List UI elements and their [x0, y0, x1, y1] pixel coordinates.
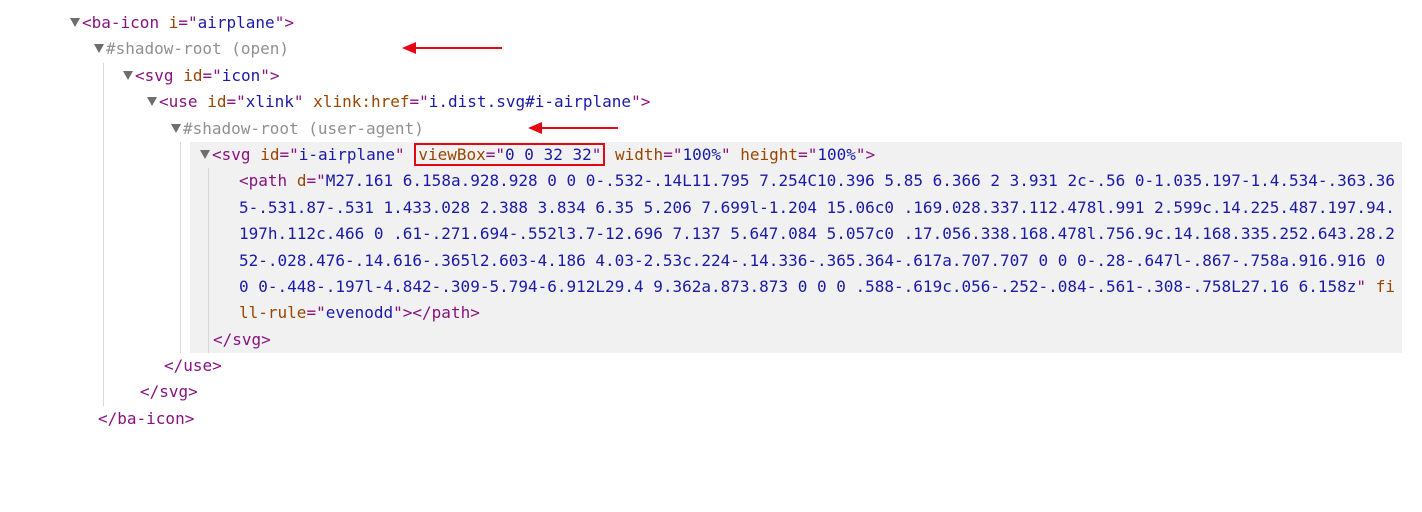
chevron-down-icon[interactable] [70, 18, 80, 27]
annotation-arrow-icon [528, 120, 618, 136]
dom-node-path[interactable]: <path d="M27.161 6.158a.928.928 0 0 0-.5… [223, 168, 1399, 326]
dom-shadow-root-open[interactable]: #shadow-root (open) [20, 36, 1402, 62]
dom-node-use-open[interactable]: <use id="xlink" xlink:href="i.dist.svg#i… [118, 89, 1402, 115]
dom-node-svg-outer-close[interactable]: </svg> [118, 379, 1402, 405]
dom-node-svg-inner-open[interactable]: <svg id="i-airplane" viewBox="0 0 32 32"… [190, 142, 1402, 168]
dom-node-svg-inner-close[interactable]: </svg> [213, 327, 1402, 353]
chevron-down-icon[interactable] [123, 71, 133, 80]
chevron-down-icon[interactable] [200, 150, 210, 159]
chevron-down-icon[interactable] [94, 44, 104, 53]
dom-shadow-root-user-agent[interactable]: #shadow-root (user-agent) [118, 116, 1402, 142]
chevron-down-icon[interactable] [171, 124, 181, 133]
chevron-down-icon[interactable] [147, 97, 157, 106]
dom-node-ba-icon-close[interactable]: </ba-icon> [20, 406, 1402, 432]
dom-node-ba-icon-open[interactable]: <ba-icon i="airplane"> [20, 10, 1402, 36]
annotation-arrow-icon [402, 40, 502, 56]
annotation-highlight-viewbox: viewBox="0 0 32 32" [414, 143, 605, 166]
dom-node-use-close[interactable]: </use> [118, 353, 1402, 379]
dom-node-svg-outer-open[interactable]: <svg id="icon"> [118, 63, 1402, 89]
